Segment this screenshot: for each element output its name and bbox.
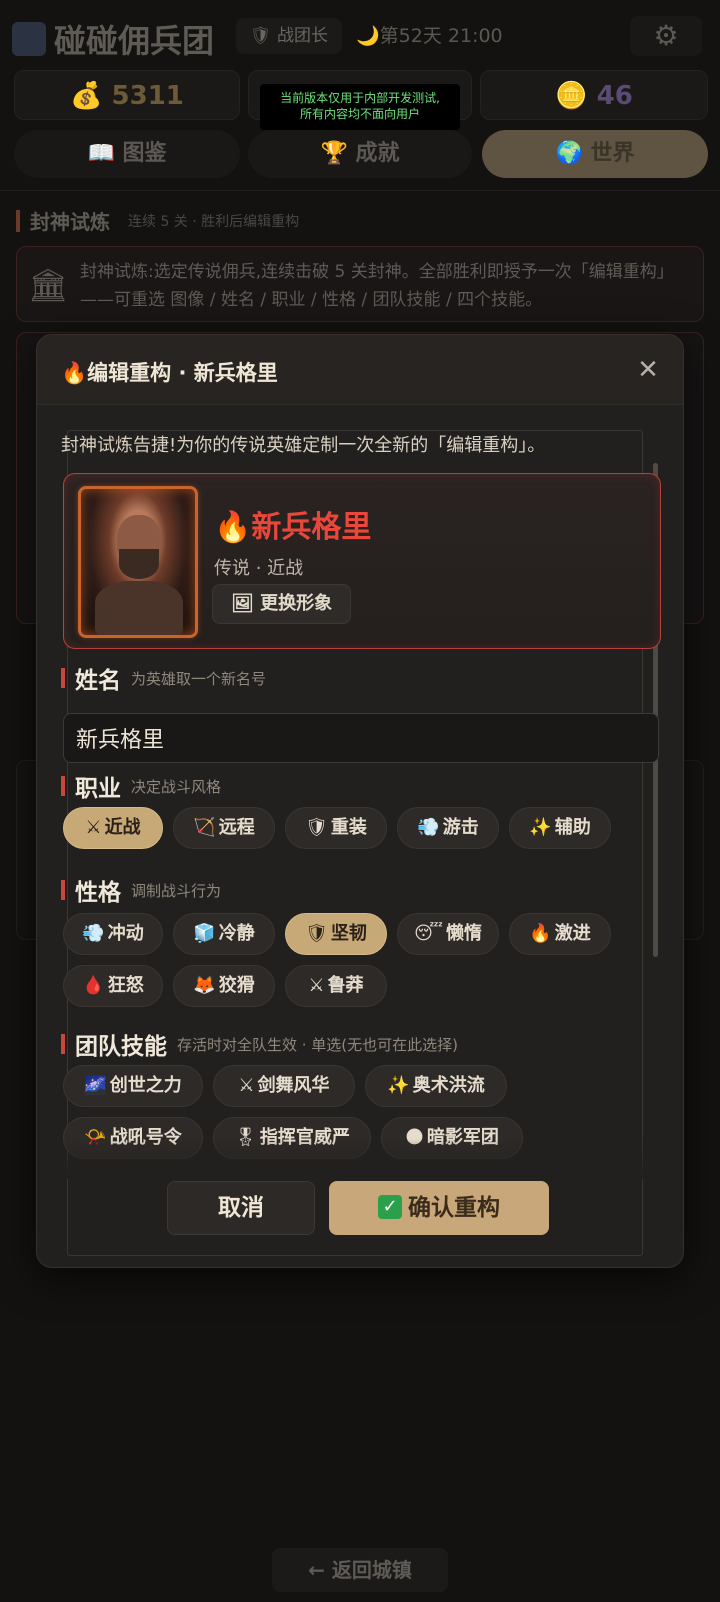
fire-icon: 🔥 (214, 510, 252, 545)
change-appearance-button[interactable]: 🖼 更换形象 (212, 584, 352, 624)
label-accent-bar (61, 668, 65, 688)
divider (0, 190, 720, 191)
sleepy-face-icon: 😴 (414, 923, 443, 944)
rank-badge: 🛡 战团长 (236, 18, 342, 54)
personality-option-aggressive[interactable]: 🔥 激进 (509, 913, 611, 955)
name-label: 姓名 (75, 668, 121, 694)
dev-notice: 当前版本仅用于内部开发测试, 所有内容均不面向用户 (260, 84, 460, 130)
portrait-beard (119, 549, 159, 579)
crossed-swords-icon: ⚔ (238, 1075, 255, 1096)
cancel-button[interactable]: 取消 (167, 1181, 315, 1235)
settings-gear-icon[interactable]: ⚙ (630, 16, 702, 56)
team-skill-option[interactable]: ⚔ 剑舞风华 (213, 1065, 355, 1107)
class-label: 职业 (75, 776, 121, 802)
wind-icon: 💨 (82, 923, 105, 944)
fire-icon: 🔥 (61, 361, 88, 385)
wind-icon: 💨 (417, 817, 440, 838)
modal-header: 🔥编辑重构 · 新兵格里 ✕ (37, 335, 683, 405)
personality-option-berserk[interactable]: 🩸 狂怒 (63, 965, 163, 1007)
personality-option-lazy[interactable]: 😴 懒惰 (397, 913, 499, 955)
gold-counter: 💰 5311 (14, 70, 240, 120)
personality-label: 性格 (75, 880, 121, 906)
shield-icon: 🛡 (305, 817, 328, 838)
section-title: 封神试炼 (30, 210, 110, 234)
edit-rebuild-modal: 🔥编辑重构 · 新兵格里 ✕ 封神试炼告捷!为你的传说英雄定制一次全新的「编辑重… (36, 334, 684, 1268)
personality-option-cunning[interactable]: 🦊 狡猾 (173, 965, 275, 1007)
hero-name-input[interactable] (63, 713, 659, 763)
class-label-row: 职业 决定战斗风格 (61, 769, 221, 803)
personality-option-calm[interactable]: 🧊 冷静 (173, 913, 275, 955)
hero-name: 🔥新兵格里 (214, 510, 372, 545)
section-subtitle: 连续 5 关 · 胜利后编辑重构 (128, 214, 300, 230)
check-icon: ✓ (378, 1194, 402, 1219)
shield-icon: 🛡 (305, 923, 328, 944)
bow-icon: 🏹 (193, 817, 216, 838)
team-skill-option[interactable]: ✨ 奥术洪流 (365, 1065, 507, 1107)
ice-cube-icon: 🧊 (193, 923, 216, 944)
class-option-melee[interactable]: ⚔ 近战 (63, 807, 163, 849)
personality-option-impulsive[interactable]: 💨 冲动 (63, 913, 163, 955)
name-hint: 为英雄取一个新名号 (131, 669, 267, 688)
picture-icon: 🖼 (231, 593, 254, 614)
personality-hint: 调制战斗行为 (131, 881, 222, 900)
class-option-skirmish[interactable]: 💨 游击 (397, 807, 499, 849)
section-accent-bar (16, 210, 20, 232)
portrait-body (95, 581, 183, 635)
sparkles-icon: ✨ (387, 1075, 410, 1096)
coin-icon: 🪙 (555, 81, 588, 111)
money-bag-icon: 💰 (70, 81, 103, 111)
book-icon: 📖 (87, 141, 115, 166)
scroll-fade (61, 1139, 661, 1179)
nav-world[interactable]: 🌍 世界 (482, 130, 708, 178)
trophy-icon: 🏆 (320, 141, 348, 166)
name-label-row: 姓名 为英雄取一个新名号 (61, 661, 266, 695)
confirm-rebuild-button[interactable]: ✓ 确认重构 (329, 1181, 549, 1235)
nav-achievements[interactable]: 🏆 成就 (248, 130, 472, 178)
personality-option-reckless[interactable]: ⚔ 鲁莽 (285, 965, 387, 1007)
label-accent-bar (61, 880, 65, 900)
personality-option-tenacious[interactable]: 🛡 坚韧 (285, 913, 387, 955)
coin-counter: 🪙 46 (480, 70, 708, 120)
label-accent-bar (61, 1034, 65, 1054)
hero-card: 🔥新兵格里 传说 · 近战 🖼 更换形象 (63, 473, 661, 649)
app-title: 碰碰佣兵团 (54, 22, 215, 60)
moon-icon: 🌙 (356, 25, 380, 47)
globe-icon: 🌍 (555, 141, 583, 166)
class-option-support[interactable]: ✨ 辅助 (509, 807, 611, 849)
fox-icon: 🦊 (193, 975, 216, 996)
team-skill-option[interactable]: 🌌 创世之力 (63, 1065, 203, 1107)
blood-drop-icon: 🩸 (82, 975, 105, 996)
fire-icon: 🔥 (529, 923, 552, 944)
trial-description: 封神试炼:选定传说佣兵,连续击破 5 关封神。全部胜利即授予一次「编辑重构」——… (80, 262, 674, 310)
galaxy-icon: 🌌 (84, 1075, 107, 1096)
crossed-swords-icon: ⚔ (85, 817, 102, 838)
crossed-swords-icon: ⚔ (308, 975, 325, 996)
return-town-button[interactable]: ← 返回城镇 (272, 1548, 448, 1592)
team-skill-label: 团队技能 (75, 1034, 167, 1060)
label-accent-bar (61, 776, 65, 796)
team-skill-hint: 存活时对全队生效 · 单选(无也可在此选择) (177, 1035, 459, 1054)
day-time: 🌙第52天 21:00 (356, 25, 503, 47)
personality-label-row: 性格 调制战斗行为 (61, 873, 221, 907)
castle-logo-icon (12, 22, 46, 56)
sparkles-icon: ✨ (529, 817, 552, 838)
close-icon[interactable]: ✕ (631, 353, 665, 387)
modal-lead-text: 封神试炼告捷!为你的传说英雄定制一次全新的「编辑重构」。 (61, 435, 546, 456)
class-option-heavy[interactable]: 🛡 重装 (285, 807, 387, 849)
temple-icon: 🏛 (28, 266, 69, 304)
class-hint: 决定战斗风格 (131, 777, 222, 796)
shield-icon: 🛡 (250, 26, 277, 46)
modal-title: 🔥编辑重构 · 新兵格里 (61, 361, 278, 385)
team-skill-label-row: 团队技能 存活时对全队生效 · 单选(无也可在此选择) (61, 1027, 458, 1061)
class-option-ranged[interactable]: 🏹 远程 (173, 807, 275, 849)
hero-portrait (78, 486, 198, 638)
hero-meta: 传说 · 近战 (214, 558, 304, 579)
nav-codex[interactable]: 📖 图鉴 (14, 130, 240, 178)
